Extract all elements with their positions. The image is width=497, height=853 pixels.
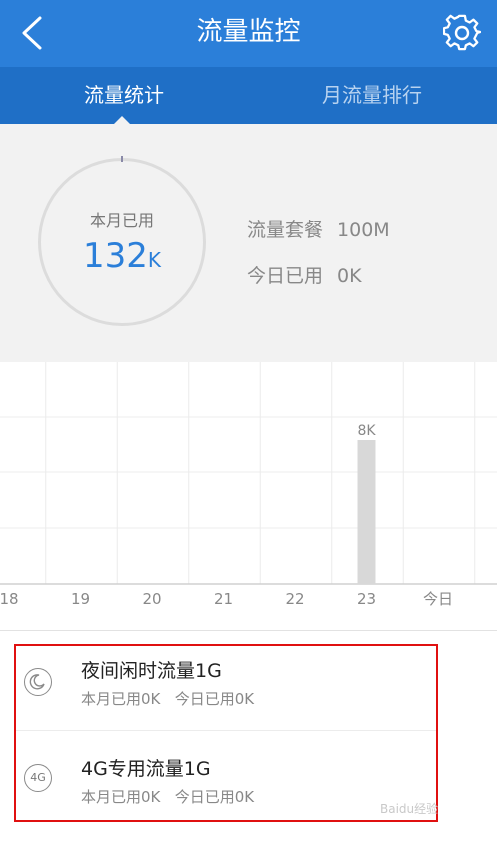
4g-icon: 4G xyxy=(24,764,52,792)
chart-tick-label: 22 xyxy=(285,590,304,608)
today-row: 今日已用 0K xyxy=(247,261,362,288)
chart-tick-label: 20 xyxy=(142,590,161,608)
package-list: 夜间闲时流量1G 本月已用0K 今日已用0K 4G 4G专用流量1G 本月已用0… xyxy=(14,644,438,822)
package-separator xyxy=(16,730,436,731)
package-today-used: 今日已用0K xyxy=(174,788,255,806)
package-name: 夜间闲时流量1G xyxy=(81,660,222,682)
package-item-4g[interactable]: 4G 4G专用流量1G 本月已用0K 今日已用0K xyxy=(16,732,436,818)
plan-row: 流量套餐 100M xyxy=(247,215,390,242)
month-used-unit: K xyxy=(147,248,162,272)
package-name: 4G专用流量1G xyxy=(81,758,211,780)
chart-data-label: 8K xyxy=(357,423,376,439)
daily-usage-chart-svg: 18 19 20 21 22 8K 23 今日 xyxy=(0,362,497,608)
chart-tick-label: 今日 xyxy=(423,590,453,608)
chart-tick-label: 21 xyxy=(214,590,233,608)
chart-tick-label: 23 xyxy=(357,590,376,608)
month-used-number: 132 xyxy=(82,236,148,276)
package-month-used: 本月已用0K xyxy=(81,788,161,806)
watermark: Baidu经验 xyxy=(380,802,439,816)
month-used-value: 132K xyxy=(38,236,206,276)
today-label: 今日已用 xyxy=(247,265,324,287)
tab-monthly-ranking[interactable]: 月流量排行 xyxy=(248,67,496,124)
package-today-used: 今日已用0K xyxy=(174,690,255,708)
today-value: 0K xyxy=(337,265,362,287)
package-usage: 本月已用0K 今日已用0K xyxy=(81,786,254,807)
daily-usage-chart[interactable]: 18 19 20 21 22 8K 23 今日 xyxy=(0,362,497,630)
plan-value: 100M xyxy=(337,219,390,241)
moon-icon xyxy=(24,668,52,696)
plan-label: 流量套餐 xyxy=(247,219,324,241)
package-month-used: 本月已用0K xyxy=(81,690,161,708)
package-item-night[interactable]: 夜间闲时流量1G 本月已用0K 今日已用0K xyxy=(16,646,436,732)
chart-bar xyxy=(357,440,376,584)
page-title: 流量监控 xyxy=(196,17,301,47)
active-tab-indicator xyxy=(114,116,130,124)
section-divider xyxy=(0,630,497,631)
gear-icon[interactable] xyxy=(443,14,481,52)
header-bar: 流量监控 xyxy=(0,0,497,67)
usage-ring-progress-mark xyxy=(121,156,123,162)
package-usage: 本月已用0K 今日已用0K xyxy=(81,688,254,709)
chart-tick-label: 18 xyxy=(0,590,19,608)
chart-tick-label: 19 xyxy=(71,590,90,608)
month-used-label: 本月已用 xyxy=(89,211,154,230)
tab-bar: 流量统计 月流量排行 xyxy=(0,67,497,124)
